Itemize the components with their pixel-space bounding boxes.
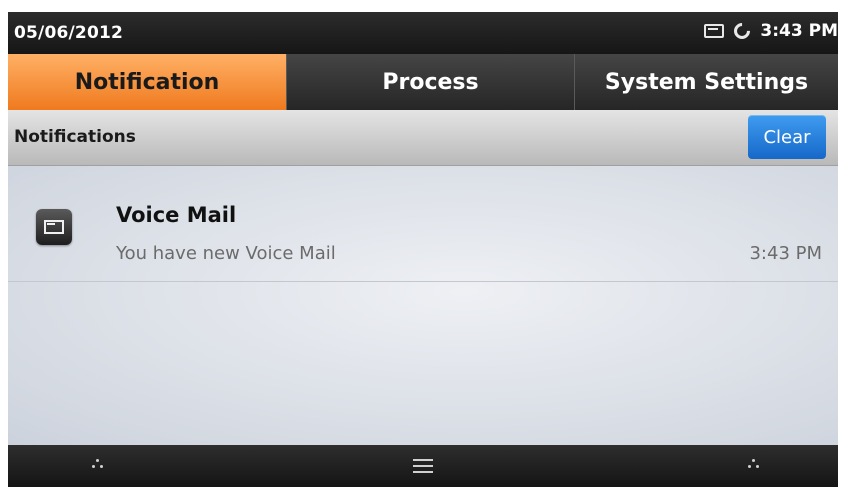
voicemail-icon — [704, 24, 725, 38]
device-screen: 05/06/2012 3:43 PM Notification Process … — [8, 12, 838, 487]
tab-process[interactable]: Process — [286, 54, 574, 110]
menu-icon[interactable] — [413, 458, 433, 474]
notification-list: Voice Mail You have new Voice Mail 3:43 … — [8, 166, 838, 445]
section-title: Notifications — [14, 127, 136, 147]
voicemail-icon — [36, 209, 72, 245]
bottom-nav-bar — [8, 445, 838, 487]
sync-icon — [731, 19, 754, 43]
tab-bar: Notification Process System Settings — [8, 54, 838, 110]
dots-left-icon[interactable] — [91, 459, 105, 471]
status-right: 3:43 PM — [704, 19, 838, 43]
status-time: 3:43 PM — [760, 21, 838, 41]
notification-subtitle: You have new Voice Mail — [116, 243, 336, 264]
dots-right-icon[interactable] — [747, 459, 761, 471]
status-date: 05/06/2012 — [14, 23, 124, 43]
section-header: Notifications Clear — [8, 110, 838, 166]
tab-system-settings[interactable]: System Settings — [574, 54, 838, 110]
clear-button[interactable]: Clear — [748, 115, 826, 159]
notification-item[interactable]: Voice Mail You have new Voice Mail 3:43 … — [8, 166, 838, 282]
status-bar: 05/06/2012 3:43 PM — [8, 12, 838, 54]
notification-time: 3:43 PM — [749, 243, 822, 264]
notification-title: Voice Mail — [116, 203, 237, 227]
tab-notification[interactable]: Notification — [8, 54, 286, 110]
